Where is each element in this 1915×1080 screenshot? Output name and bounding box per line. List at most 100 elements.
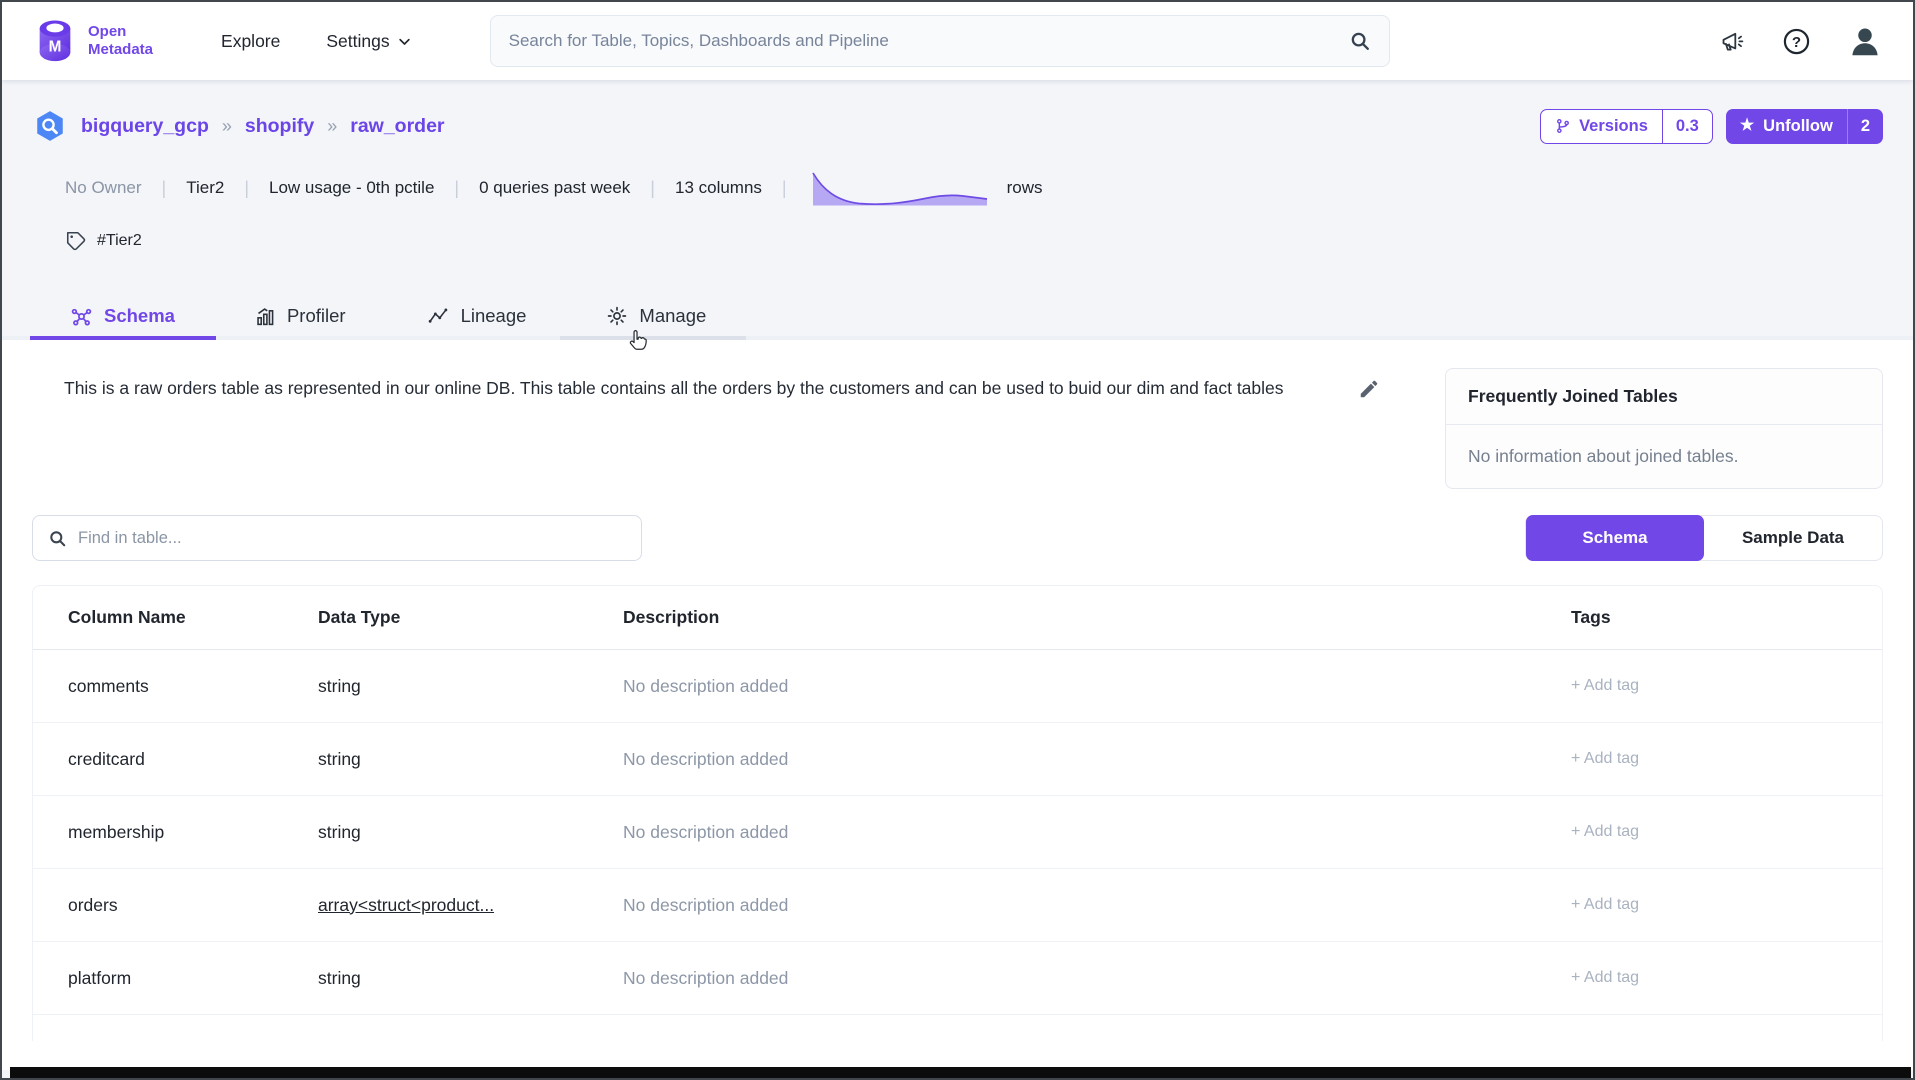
- queries-label: 0 queries past week: [479, 178, 630, 198]
- tags-row: #Tier2: [32, 230, 1883, 252]
- breadcrumb-schema[interactable]: shopify: [245, 115, 314, 138]
- help-icon: ?: [1782, 27, 1811, 56]
- column-name: orders: [68, 895, 318, 916]
- breadcrumb-table[interactable]: raw_order: [350, 115, 444, 138]
- followers-count[interactable]: 2: [1847, 109, 1883, 144]
- meta-separator: |: [762, 178, 807, 199]
- entity-actions: Versions 0.3 ★ Unfollow 2: [1540, 109, 1883, 144]
- column-type: string: [318, 749, 623, 770]
- version-value: 0.3: [1662, 110, 1712, 143]
- toggle-sample-data-button[interactable]: Sample Data: [1704, 515, 1882, 561]
- table-row: comments string No description added + A…: [33, 650, 1882, 723]
- add-tag-button[interactable]: + Add tag: [1571, 823, 1847, 841]
- schema-tab-icon: [70, 305, 93, 328]
- find-in-table: [32, 515, 642, 561]
- meta-separator: |: [142, 178, 187, 199]
- main-area: bigquery_gcp » shopify » raw_order Versi…: [2, 108, 1913, 1070]
- column-type: string: [318, 822, 623, 843]
- user-avatar-icon: [1847, 23, 1883, 59]
- column-type: string: [318, 676, 623, 697]
- col-header-name: Column Name: [68, 607, 318, 628]
- meta-separator: |: [224, 178, 269, 199]
- gear-icon: [606, 305, 628, 327]
- columns-count-label: 13 columns: [675, 178, 762, 198]
- add-tag-button[interactable]: + Add tag: [1571, 677, 1847, 695]
- column-name: platform: [68, 968, 318, 989]
- active-tab-indicator: [30, 336, 216, 340]
- announcements-button[interactable]: [1719, 28, 1746, 55]
- column-description: No description added: [623, 676, 1571, 697]
- find-in-table-input[interactable]: [78, 529, 626, 548]
- column-name: creditcard: [68, 749, 318, 770]
- nav-explore[interactable]: Explore: [221, 31, 280, 52]
- table-description: This is a raw orders table as represente…: [64, 374, 1336, 402]
- add-tag-button[interactable]: + Add tag: [1571, 969, 1847, 987]
- column-type-expandable[interactable]: array<struct<product...: [318, 895, 623, 916]
- column-name: comments: [68, 676, 318, 697]
- versions-button[interactable]: Versions 0.3: [1540, 109, 1713, 144]
- app-window: M Open Metadata Explore Settings: [0, 0, 1915, 1080]
- window-bottom-edge: [10, 1067, 1911, 1078]
- tier-tag-label[interactable]: #Tier2: [97, 232, 142, 250]
- svg-text:M: M: [49, 39, 62, 56]
- table-row: creditcard string No description added +…: [33, 723, 1882, 796]
- unfollow-label: Unfollow: [1763, 117, 1833, 136]
- tab-manage[interactable]: Manage: [594, 305, 718, 327]
- nav-settings[interactable]: Settings: [326, 31, 411, 52]
- row-count-sparkline: [811, 168, 989, 208]
- profiler-tab-icon: [255, 305, 276, 328]
- table-row: membership string No description added +…: [33, 796, 1882, 869]
- joined-card-empty-text: No information about joined tables.: [1446, 425, 1882, 488]
- tab-profiler[interactable]: Profiler: [243, 305, 358, 328]
- entity-tabs: Schema Profiler Lin: [32, 292, 1883, 340]
- table-row: orders array<struct<product... No descri…: [33, 869, 1882, 942]
- svg-text:?: ?: [1792, 33, 1801, 50]
- search-icon: [48, 529, 67, 548]
- chevron-down-icon: [397, 34, 412, 49]
- edit-description-button[interactable]: [1358, 378, 1380, 403]
- tag-icon: [65, 230, 87, 252]
- logo-wordmark: Open Metadata: [88, 23, 153, 58]
- col-header-description: Description: [623, 607, 1571, 628]
- unfollow-button[interactable]: ★ Unfollow 2: [1726, 109, 1883, 144]
- entity-header: bigquery_gcp » shopify » raw_order Versi…: [32, 108, 1883, 144]
- rows-label: rows: [1007, 178, 1043, 198]
- breadcrumb-separator: »: [222, 116, 232, 137]
- entity-meta-row: No Owner | Tier2 | Low usage - 0th pctil…: [32, 168, 1883, 208]
- breadcrumb-service[interactable]: bigquery_gcp: [81, 115, 209, 138]
- tier-label: Tier2: [186, 178, 224, 198]
- global-search: [490, 15, 1390, 67]
- lineage-tab-icon: [426, 306, 450, 327]
- meta-separator: |: [630, 178, 675, 199]
- column-description: No description added: [623, 895, 1571, 916]
- navbar-actions: ?: [1719, 23, 1883, 59]
- tabs-baseline: [2, 336, 1913, 340]
- search-icon[interactable]: [1349, 30, 1371, 52]
- tab-schema[interactable]: Schema: [58, 305, 187, 328]
- toggle-schema-button[interactable]: Schema: [1526, 515, 1704, 561]
- mouse-cursor: [626, 328, 649, 355]
- global-search-input[interactable]: [509, 31, 1349, 51]
- user-avatar[interactable]: [1847, 23, 1883, 59]
- breadcrumb-separator: »: [327, 116, 337, 137]
- column-description: No description added: [623, 822, 1571, 843]
- schema-panel: This is a raw orders table as represente…: [2, 340, 1913, 1070]
- schema-sample-toggle: Schema Sample Data: [1525, 515, 1883, 561]
- table-row-partial: [33, 1015, 1882, 1041]
- col-header-type: Data Type: [318, 607, 623, 628]
- add-tag-button[interactable]: + Add tag: [1571, 750, 1847, 768]
- star-icon: ★: [1740, 118, 1754, 134]
- description-block: This is a raw orders table as represente…: [32, 374, 1445, 403]
- hovered-tab-indicator: [560, 336, 746, 340]
- help-button[interactable]: ?: [1782, 27, 1811, 56]
- add-tag-button[interactable]: + Add tag: [1571, 896, 1847, 914]
- column-type: string: [318, 968, 623, 989]
- columns-table: Column Name Data Type Description Tags c…: [32, 585, 1883, 1041]
- meta-separator: |: [434, 178, 479, 199]
- pencil-icon: [1358, 378, 1380, 400]
- tab-lineage[interactable]: Lineage: [414, 305, 539, 327]
- usage-label: Low usage - 0th pctile: [269, 178, 434, 198]
- openmetadata-logo[interactable]: M Open Metadata: [32, 18, 153, 64]
- owner-label: No Owner: [65, 178, 142, 198]
- top-navbar: M Open Metadata Explore Settings: [2, 2, 1913, 80]
